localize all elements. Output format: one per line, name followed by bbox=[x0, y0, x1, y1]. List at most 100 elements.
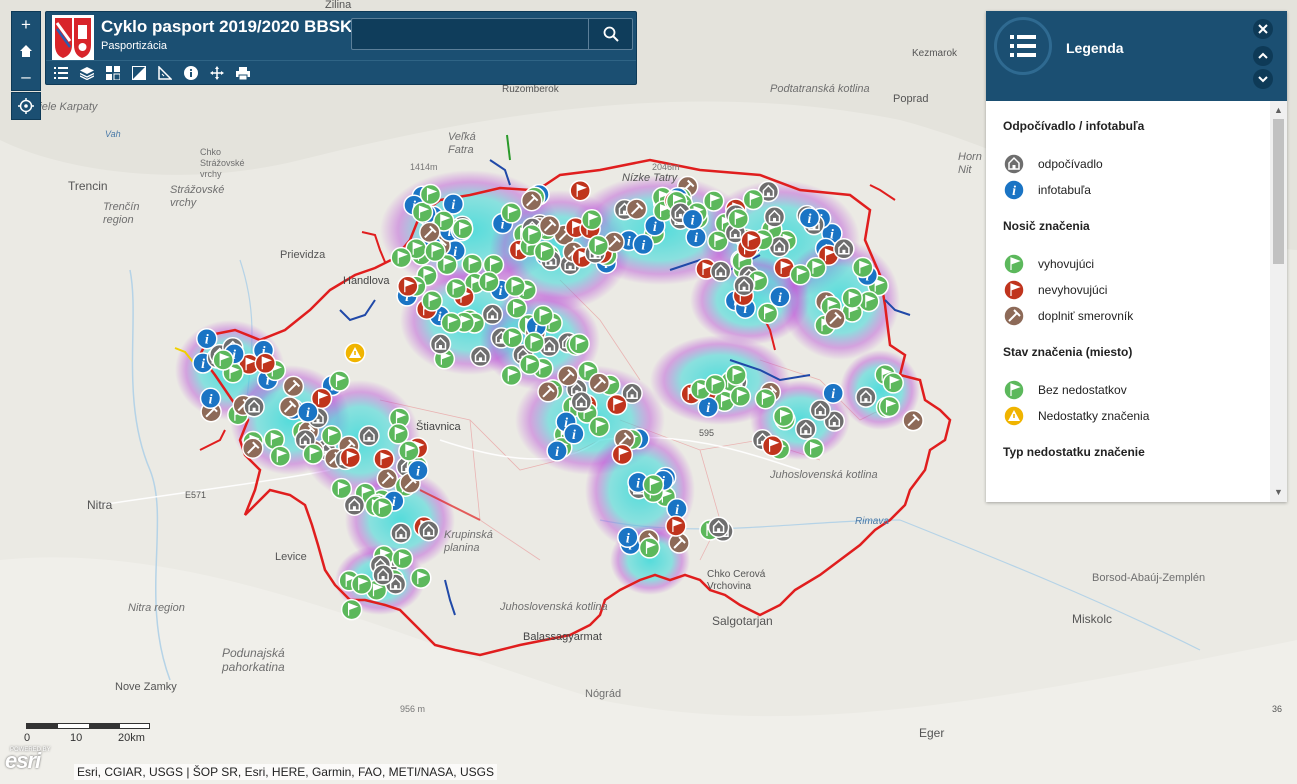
map-marker-green[interactable] bbox=[638, 537, 661, 559]
map-marker-red[interactable] bbox=[373, 448, 395, 470]
map-marker-green[interactable] bbox=[328, 370, 351, 392]
map-marker-green[interactable] bbox=[504, 275, 526, 298]
map-marker-green[interactable] bbox=[390, 246, 412, 269]
map-marker-gray[interactable] bbox=[833, 238, 855, 260]
map-marker-green[interactable] bbox=[729, 385, 752, 408]
search-input[interactable] bbox=[352, 19, 588, 49]
map-marker-brown[interactable] bbox=[824, 307, 846, 330]
legend-collapse-button[interactable] bbox=[1253, 46, 1273, 66]
map-marker-warning[interactable] bbox=[344, 342, 366, 364]
map-marker-gray[interactable] bbox=[709, 260, 732, 283]
map-marker-green[interactable] bbox=[330, 477, 353, 500]
map-marker-brown[interactable] bbox=[520, 189, 543, 212]
map-marker-green[interactable] bbox=[391, 547, 414, 570]
map-marker-gray[interactable] bbox=[795, 418, 817, 440]
map-marker-green[interactable] bbox=[421, 290, 443, 312]
map-marker-brown[interactable] bbox=[588, 372, 611, 395]
map-marker-gray[interactable] bbox=[733, 274, 755, 297]
map-marker-green[interactable] bbox=[340, 598, 363, 621]
map-marker-red[interactable] bbox=[339, 446, 362, 469]
map-marker-green[interactable] bbox=[533, 240, 556, 263]
zoom-out-button[interactable]: – bbox=[12, 64, 40, 90]
map-marker-gray[interactable] bbox=[358, 425, 380, 447]
map-marker-blue[interactable] bbox=[297, 401, 319, 423]
map-marker-green[interactable] bbox=[519, 353, 541, 376]
map-marker-gray[interactable] bbox=[570, 391, 593, 413]
map-marker-brown[interactable] bbox=[282, 375, 305, 398]
map-marker-blue[interactable] bbox=[822, 382, 844, 404]
scroll-up-icon[interactable]: ▲ bbox=[1274, 105, 1283, 115]
map-marker-green[interactable] bbox=[756, 302, 779, 325]
map-marker-green[interactable] bbox=[387, 423, 410, 445]
legend-expand-button[interactable] bbox=[1253, 69, 1273, 89]
overview-button[interactable] bbox=[126, 61, 152, 85]
map-marker-green[interactable] bbox=[882, 372, 904, 394]
map-marker-red[interactable] bbox=[740, 229, 762, 252]
scrollbar-thumb[interactable] bbox=[1273, 119, 1284, 264]
map-marker-green[interactable] bbox=[500, 202, 523, 224]
map-marker-gray[interactable] bbox=[763, 206, 786, 228]
print-button[interactable] bbox=[230, 61, 256, 85]
map-marker-blue[interactable] bbox=[798, 207, 821, 229]
map-marker-green[interactable] bbox=[532, 304, 554, 327]
map-marker-gray[interactable] bbox=[372, 564, 394, 586]
legend-close-button[interactable] bbox=[1253, 19, 1273, 39]
map-marker-green[interactable] bbox=[320, 425, 343, 447]
map-marker-green[interactable] bbox=[841, 287, 863, 309]
map-marker-gray[interactable] bbox=[809, 399, 832, 421]
map-marker-blue[interactable] bbox=[563, 423, 585, 445]
map-marker-brown[interactable] bbox=[278, 396, 301, 418]
map-marker-brown[interactable] bbox=[625, 198, 648, 221]
scroll-down-icon[interactable]: ▼ bbox=[1274, 487, 1283, 497]
map-marker-red[interactable] bbox=[397, 275, 419, 298]
map-marker-green[interactable] bbox=[451, 218, 474, 240]
map-marker-green[interactable] bbox=[702, 190, 725, 212]
map-marker-green[interactable] bbox=[398, 440, 420, 462]
map-marker-green[interactable] bbox=[704, 373, 726, 396]
map-marker-blue[interactable] bbox=[681, 208, 704, 231]
map-marker-green[interactable] bbox=[212, 349, 234, 371]
map-marker-gray[interactable] bbox=[417, 519, 440, 542]
map-marker-green[interactable] bbox=[419, 183, 442, 206]
map-marker-blue[interactable] bbox=[196, 327, 218, 350]
locate-button[interactable] bbox=[11, 92, 41, 120]
map-marker-green[interactable] bbox=[789, 264, 812, 286]
map-marker-green[interactable] bbox=[581, 209, 603, 231]
legend-button[interactable] bbox=[48, 61, 74, 85]
map-marker-green[interactable] bbox=[521, 224, 543, 246]
map-marker-gray[interactable] bbox=[855, 386, 877, 408]
map-marker-brown[interactable] bbox=[902, 409, 925, 432]
map-marker-green[interactable] bbox=[269, 445, 292, 467]
map-marker-gray[interactable] bbox=[707, 516, 730, 538]
map-marker-brown[interactable] bbox=[538, 214, 561, 237]
map-marker-green[interactable] bbox=[802, 437, 825, 460]
map-marker-red[interactable] bbox=[606, 393, 628, 416]
layers-button[interactable] bbox=[74, 61, 100, 85]
map-marker-green[interactable] bbox=[410, 567, 432, 589]
map-marker-green[interactable] bbox=[772, 405, 795, 428]
map-marker-green[interactable] bbox=[461, 253, 483, 275]
map-marker-brown[interactable] bbox=[376, 467, 399, 490]
map-marker-green[interactable] bbox=[523, 331, 545, 354]
map-marker-green[interactable] bbox=[478, 271, 500, 293]
map-marker-gray[interactable] bbox=[481, 303, 504, 326]
map-marker-blue[interactable] bbox=[407, 459, 429, 482]
map-marker-green[interactable] bbox=[440, 312, 463, 334]
legend-scrollbar[interactable]: ▲ ▼ bbox=[1270, 101, 1287, 502]
map-marker-green[interactable] bbox=[587, 234, 610, 257]
map-marker-green[interactable] bbox=[727, 207, 750, 230]
home-button[interactable] bbox=[12, 38, 40, 64]
map-marker-red[interactable] bbox=[254, 352, 277, 375]
map-marker-green[interactable] bbox=[350, 573, 373, 596]
map-marker-green[interactable] bbox=[371, 496, 394, 519]
esri-logo[interactable]: esri bbox=[5, 748, 41, 774]
map-marker-green[interactable] bbox=[642, 473, 665, 496]
map-marker-gray[interactable] bbox=[469, 345, 492, 368]
map-marker-green[interactable] bbox=[505, 297, 528, 319]
map-marker-red[interactable] bbox=[611, 443, 634, 466]
map-marker-green[interactable] bbox=[424, 240, 446, 263]
map-marker-brown[interactable] bbox=[537, 380, 559, 403]
map-marker-brown[interactable] bbox=[241, 437, 264, 460]
map-marker-green[interactable] bbox=[754, 387, 777, 410]
map-marker-green[interactable] bbox=[852, 256, 874, 279]
